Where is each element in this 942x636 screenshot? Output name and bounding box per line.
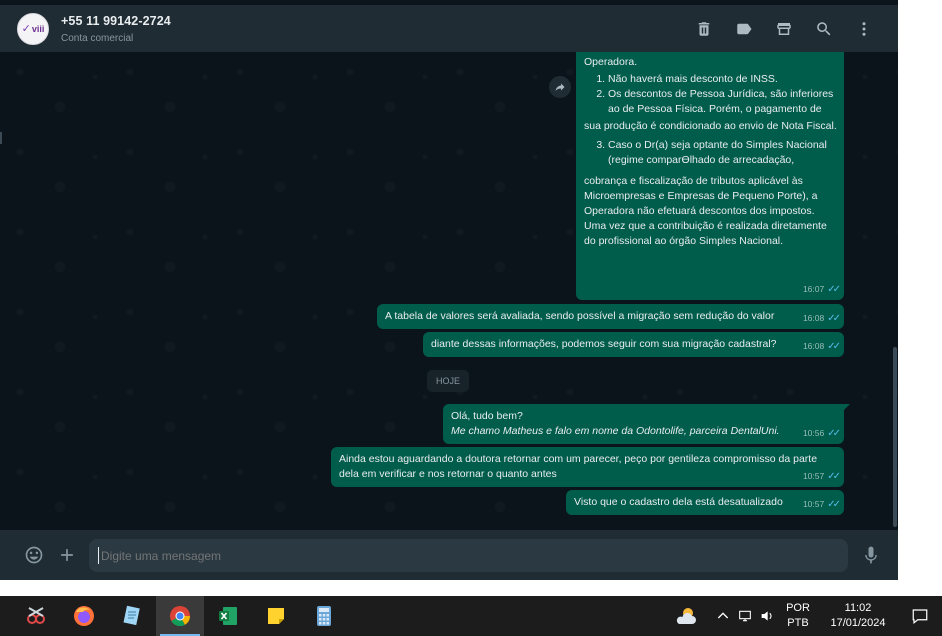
desktop-background [898,0,942,596]
message-text: Ainda estou aguardando a doutora retorna… [339,453,818,480]
label-icon[interactable] [724,9,764,49]
language-code: POR [786,602,810,614]
clock[interactable]: 11:02 17/01/2024 [818,601,898,631]
contact-info[interactable]: +55 11 99142-2724 Conta comercial [61,14,171,44]
menu-icon[interactable] [844,9,884,49]
chrome-icon[interactable] [156,596,204,636]
message-bubble[interactable]: Visto que o cadastro dela está desatuali… [566,490,844,515]
excel-icon[interactable] [204,596,252,636]
read-ticks-icon: ✓✓ [827,471,841,482]
message-meta: 16:07 ✓✓ [802,282,841,297]
message-text: Olá, tudo bem? [451,410,523,422]
read-ticks-icon: ✓✓ [827,341,841,352]
keyboard-layout: PTB [787,617,809,629]
text-caret [98,547,99,564]
message-list: Caso o Dr(a) seja optante do Simples Nac… [584,138,837,168]
language-indicator[interactable]: POR PTB [778,601,818,631]
message-meta: 16:08 ✓✓ [802,311,841,326]
message-time: 10:56 [802,428,825,438]
microphone-icon[interactable] [860,544,882,566]
message-bubble[interactable]: Ainda estou aguardando a doutora retorna… [331,447,844,487]
whatsapp-window: ✓ viii +55 11 99142-2724 Conta comercial [0,0,898,580]
compose-bar [0,530,898,580]
chat-area[interactable]: Operadora. Não haverá mais desconto de I… [0,52,898,530]
sticky-notes-icon[interactable] [252,596,300,636]
message-time: 16:07 [802,284,825,294]
message-time: 10:57 [802,471,825,481]
chevron-up-icon[interactable] [712,596,734,636]
clock-date: 17/01/2024 [830,617,886,629]
clock-time: 11:02 [844,602,872,614]
message-bubble[interactable]: A tabela de valores será avaliada, sendo… [377,304,844,329]
contact-name: +55 11 99142-2724 [61,13,171,28]
list-item: Caso o Dr(a) seja optante do Simples Nac… [608,138,837,168]
network-icon[interactable] [734,596,756,636]
message-time: 10:57 [802,499,825,509]
chat-scrollbar[interactable] [893,347,897,527]
message-time: 16:08 [802,313,825,323]
message-text: Operadora. [584,56,638,68]
list-item: Os descontos de Pessoa Jurídica, são inf… [608,87,837,117]
chat-header: ✓ viii +55 11 99142-2724 Conta comercial [0,5,898,52]
message-bubble[interactable]: diante dessas informações, podemos segui… [423,332,844,357]
message-list: Não haverá mais desconto de INSS. Os des… [584,72,837,117]
snipping-tool-icon[interactable] [12,596,60,636]
message-bubble[interactable]: Olá, tudo bem? Me chamo Matheus e falo e… [443,404,850,444]
delete-icon[interactable] [684,9,724,49]
message-text: sua produção é condicionado ao envio de … [584,120,837,132]
date-separator: HOJE [427,370,469,392]
search-icon[interactable] [804,9,844,49]
header-actions [684,5,884,52]
message-input[interactable] [89,539,848,572]
message-text: Me chamo Matheus e falo em nome da Odont… [451,425,780,437]
read-ticks-icon: ✓✓ [827,284,841,295]
emoji-icon[interactable] [23,544,45,566]
message-text: cobrança e fiscalização de tributos apli… [584,175,827,247]
plus-icon[interactable] [56,544,78,566]
read-ticks-icon: ✓✓ [827,428,841,439]
message-meta: 10:57 ✓✓ [802,497,841,512]
taskbar: POR PTB 11:02 17/01/2024 [0,596,942,636]
message-text: diante dessas informações, podemos segui… [431,338,777,350]
read-ticks-icon: ✓✓ [827,313,841,324]
list-item: Não haverá mais desconto de INSS. [608,72,837,87]
calculator-icon[interactable] [300,596,348,636]
weather-icon[interactable] [668,596,704,636]
notification-icon[interactable] [898,596,942,636]
message-meta: 16:08 ✓✓ [802,339,841,354]
avatar[interactable]: ✓ viii [17,12,49,45]
message-meta: 10:57 ✓✓ [802,469,841,484]
system-tray: POR PTB 11:02 17/01/2024 [668,596,942,636]
message-text: Visto que o cadastro dela está desatuali… [574,496,783,508]
message-time: 16:08 [802,341,825,351]
volume-icon[interactable] [756,596,778,636]
message-text: A tabela de valores será avaliada, sendo… [385,310,775,322]
resize-handle[interactable] [0,132,2,144]
firefox-icon[interactable] [60,596,108,636]
forward-icon[interactable] [549,76,571,98]
check-icon: ✓ [21,23,31,35]
contact-subtitle: Conta comercial [61,32,134,44]
store-icon[interactable] [764,9,804,49]
notepad-icon[interactable] [108,596,156,636]
message-bubble-policy[interactable]: Operadora. Não haverá mais desconto de I… [576,52,844,300]
avatar-logo-text: viii [31,23,45,34]
message-meta: 10:56 ✓✓ [802,426,841,441]
bubble-tail [842,404,850,412]
read-ticks-icon: ✓✓ [827,499,841,510]
